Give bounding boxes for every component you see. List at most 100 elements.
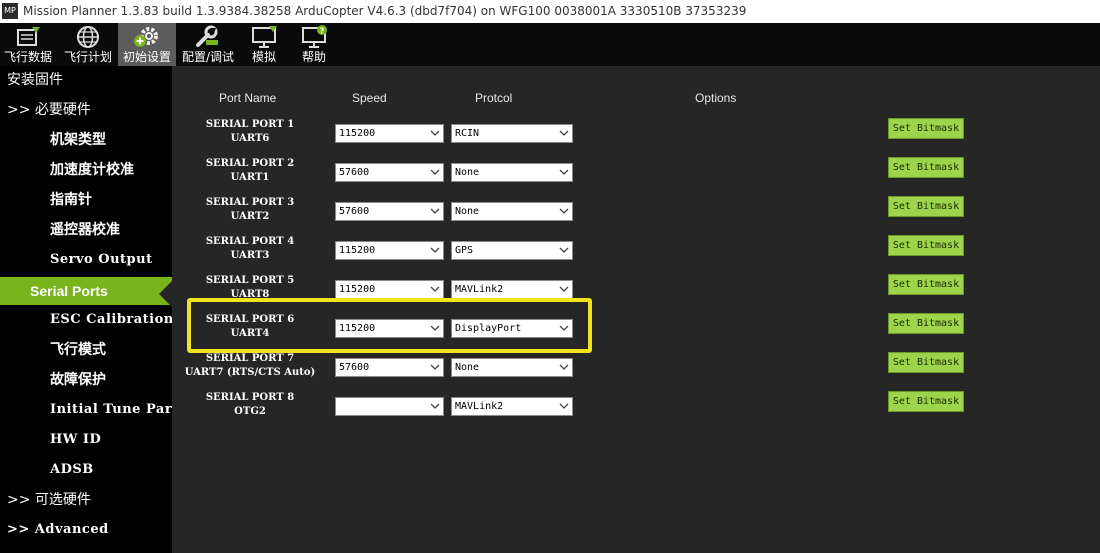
set-bitmask-button-serial-6[interactable]: Set Bitmask bbox=[888, 313, 964, 334]
port-uart-label: OTG2 bbox=[234, 406, 266, 417]
sidebar-item-label: Serial Ports bbox=[30, 283, 108, 299]
speed-select-serial-2[interactable]: 57600 bbox=[335, 163, 444, 182]
sidebar-item-install-firmware[interactable]: 安装固件 bbox=[0, 66, 172, 94]
port-uart-label: UART2 bbox=[230, 211, 270, 222]
sidebar-item-advanced[interactable]: >> Advanced bbox=[0, 516, 172, 544]
sidebar-item-label: 故障保护 bbox=[50, 372, 106, 388]
sidebar-item-serial-ports[interactable]: Serial Ports bbox=[0, 277, 172, 305]
speed-select-serial-1[interactable]: 115200 bbox=[335, 124, 444, 143]
toolbar-config-tuning-button[interactable]: 配置/调试 bbox=[178, 23, 238, 66]
sidebar-item-hw-id[interactable]: HW ID bbox=[0, 426, 172, 454]
port-uart-label: UART7 (RTS/CTS Auto) bbox=[184, 367, 316, 378]
port-name-label: SERIAL PORT 3 bbox=[205, 197, 295, 208]
protocol-select-serial-7[interactable]: None bbox=[451, 358, 573, 377]
sidebar-item-failsafe[interactable]: 故障保护 bbox=[0, 366, 172, 394]
toolbar-flight-plan-button[interactable]: 飞行计划 bbox=[60, 23, 116, 66]
protocol-select-serial-5[interactable]: MAVLink2 bbox=[451, 280, 573, 299]
sidebar-item-radio-calibration[interactable]: 遥控器校准 bbox=[0, 216, 172, 244]
toolbar-config-tuning-label: 配置/调试 bbox=[181, 50, 235, 64]
set-bitmask-button-serial-7[interactable]: Set Bitmask bbox=[888, 352, 964, 373]
highlight-box-serial-6 bbox=[187, 298, 592, 353]
toolbar-flight-plan-label: 飞行计划 bbox=[63, 50, 112, 64]
protocol-select-serial-8[interactable]: MAVLink2 bbox=[451, 397, 573, 416]
sidebar-item-label: 指南针 bbox=[50, 192, 92, 208]
chevron-down-icon bbox=[559, 247, 569, 253]
toolbar-simulation-button[interactable]: 模拟 bbox=[240, 23, 288, 66]
sidebar-item-esc-calibration[interactable]: ESC Calibration bbox=[0, 306, 172, 334]
sidebar-item-compass[interactable]: 指南针 bbox=[0, 186, 172, 214]
port-name-label: SERIAL PORT 5 bbox=[205, 275, 295, 286]
toolbar-flight-data-button[interactable]: 飞行数据 bbox=[0, 23, 56, 66]
chevron-down-icon bbox=[559, 403, 569, 409]
protocol-value: GPS bbox=[455, 245, 474, 256]
speed-select-serial-5[interactable]: 115200 bbox=[335, 280, 444, 299]
setup-sidebar: 安装固件 >> 必要硬件 机架类型 加速度计校准 指南针 遥控器校准 Servo… bbox=[0, 66, 172, 553]
wrench-icon bbox=[196, 25, 218, 47]
toolbar-simulation-label: 模拟 bbox=[251, 50, 276, 64]
speed-select-serial-7[interactable]: 57600 bbox=[335, 358, 444, 377]
sidebar-item-label: 遥控器校准 bbox=[50, 222, 120, 238]
protocol-select-serial-2[interactable]: None bbox=[451, 163, 573, 182]
protocol-value: MAVLink2 bbox=[455, 284, 504, 295]
set-bitmask-button-serial-3[interactable]: Set Bitmask bbox=[888, 196, 964, 217]
toolbar-initial-setup-button[interactable]: 初始设置 bbox=[118, 23, 176, 66]
set-bitmask-button-serial-1[interactable]: Set Bitmask bbox=[888, 118, 964, 139]
sidebar-item-label: 加速度计校准 bbox=[50, 162, 134, 178]
globe-icon bbox=[77, 26, 99, 48]
sidebar-item-accel-calibration[interactable]: 加速度计校准 bbox=[0, 156, 172, 184]
header-protocol: Protcol bbox=[475, 91, 513, 105]
toolbar-help-button[interactable]: ? 帮助 bbox=[290, 23, 338, 66]
speed-value: 57600 bbox=[339, 167, 370, 178]
sidebar-item-label: 机架类型 bbox=[50, 132, 106, 148]
protocol-value: None bbox=[455, 206, 480, 217]
sidebar-item-flight-modes[interactable]: 飞行模式 bbox=[0, 336, 172, 364]
chevron-down-icon bbox=[430, 364, 440, 370]
help-monitor-icon: ? bbox=[302, 25, 327, 48]
speed-select-serial-4[interactable]: 115200 bbox=[335, 241, 444, 260]
protocol-select-serial-1[interactable]: RCIN bbox=[451, 124, 573, 143]
set-bitmask-button-serial-5[interactable]: Set Bitmask bbox=[888, 274, 964, 295]
gear-add-icon bbox=[134, 27, 158, 47]
sidebar-item-optional-hardware[interactable]: >> 可选硬件 bbox=[0, 486, 172, 514]
header-options: Options bbox=[695, 91, 737, 105]
port-uart-label: UART3 bbox=[230, 250, 270, 261]
sidebar-item-label: >> Advanced bbox=[7, 522, 109, 537]
chevron-down-icon bbox=[430, 130, 440, 136]
chevron-down-icon bbox=[430, 169, 440, 175]
sidebar-item-label: HW ID bbox=[50, 432, 102, 447]
sidebar-item-mandatory-hardware[interactable]: >> 必要硬件 bbox=[0, 96, 172, 124]
sidebar-item-label: Servo Output bbox=[50, 252, 153, 267]
set-bitmask-button-serial-4[interactable]: Set Bitmask bbox=[888, 235, 964, 256]
port-name-serial-8: SERIAL PORT 8 OTG2 bbox=[172, 391, 328, 419]
port-name-serial-2: SERIAL PORT 2 UART1 bbox=[172, 157, 328, 185]
app-icon: MP bbox=[2, 3, 18, 19]
speed-value: 115200 bbox=[339, 284, 376, 295]
speed-select-serial-3[interactable]: 57600 bbox=[335, 202, 444, 221]
speed-select-serial-8[interactable] bbox=[335, 397, 444, 416]
set-bitmask-button-serial-2[interactable]: Set Bitmask bbox=[888, 157, 964, 178]
sidebar-item-adsb[interactable]: ADSB bbox=[0, 456, 172, 484]
port-name-serial-1: SERIAL PORT 1 UART6 bbox=[172, 118, 328, 146]
sidebar-item-label: 飞行模式 bbox=[50, 342, 106, 358]
protocol-value: RCIN bbox=[455, 128, 480, 139]
window-titlebar: MP Mission Planner 1.3.83 build 1.3.9384… bbox=[0, 0, 1100, 23]
protocol-select-serial-4[interactable]: GPS bbox=[451, 241, 573, 260]
sidebar-item-frame-type[interactable]: 机架类型 bbox=[0, 126, 172, 154]
sidebar-item-servo-output[interactable]: Servo Output bbox=[0, 246, 172, 274]
window-title: Mission Planner 1.3.83 build 1.3.9384.38… bbox=[23, 4, 747, 18]
speed-value: 57600 bbox=[339, 362, 370, 373]
protocol-select-serial-3[interactable]: None bbox=[451, 202, 573, 221]
chevron-down-icon bbox=[559, 286, 569, 292]
sidebar-item-initial-tune-parameters[interactable]: Initial Tune Parameters bbox=[0, 396, 172, 424]
sidebar-item-label: ADSB bbox=[50, 462, 94, 477]
sidebar-item-label: >> 可选硬件 bbox=[7, 492, 91, 508]
header-port-name: Port Name bbox=[219, 91, 277, 105]
chevron-down-icon bbox=[430, 247, 440, 253]
chevron-down-icon bbox=[430, 286, 440, 292]
protocol-value: None bbox=[455, 362, 480, 373]
flight-data-icon bbox=[17, 27, 40, 46]
set-bitmask-button-serial-8[interactable]: Set Bitmask bbox=[888, 391, 964, 412]
sidebar-item-label: Initial Tune Parameters bbox=[50, 402, 172, 417]
monitor-icon bbox=[252, 26, 277, 48]
chevron-down-icon bbox=[430, 208, 440, 214]
